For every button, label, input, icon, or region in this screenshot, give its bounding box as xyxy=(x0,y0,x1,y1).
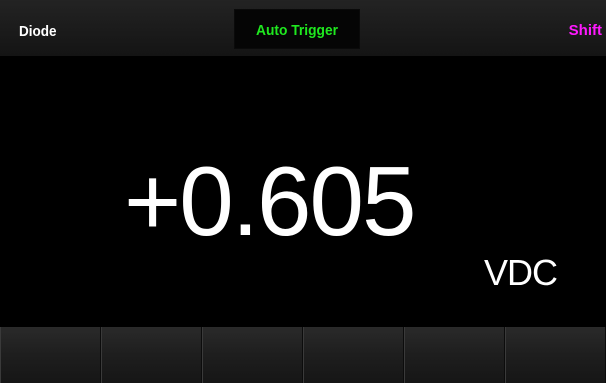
shift-indicator: Shift xyxy=(568,22,602,39)
measurement-mode-label: Diode xyxy=(19,23,57,40)
status-bar: Diode Auto Trigger Shift xyxy=(0,0,606,57)
softkey-1[interactable] xyxy=(0,327,101,383)
measurement-reading: +0.605 xyxy=(124,146,416,256)
measurement-unit: VDC xyxy=(484,252,558,293)
softkey-4[interactable] xyxy=(303,327,404,383)
softkey-5[interactable] xyxy=(404,327,505,383)
meter-screen: Diode Auto Trigger Shift +0.605 VDC xyxy=(0,0,606,383)
softkey-3[interactable] xyxy=(202,327,303,383)
trigger-mode-label: Auto Trigger xyxy=(255,22,339,39)
softkey-bar xyxy=(0,327,606,383)
softkey-2[interactable] xyxy=(101,327,202,383)
softkey-6[interactable] xyxy=(505,327,606,383)
trigger-status-box: Auto Trigger xyxy=(234,9,360,49)
